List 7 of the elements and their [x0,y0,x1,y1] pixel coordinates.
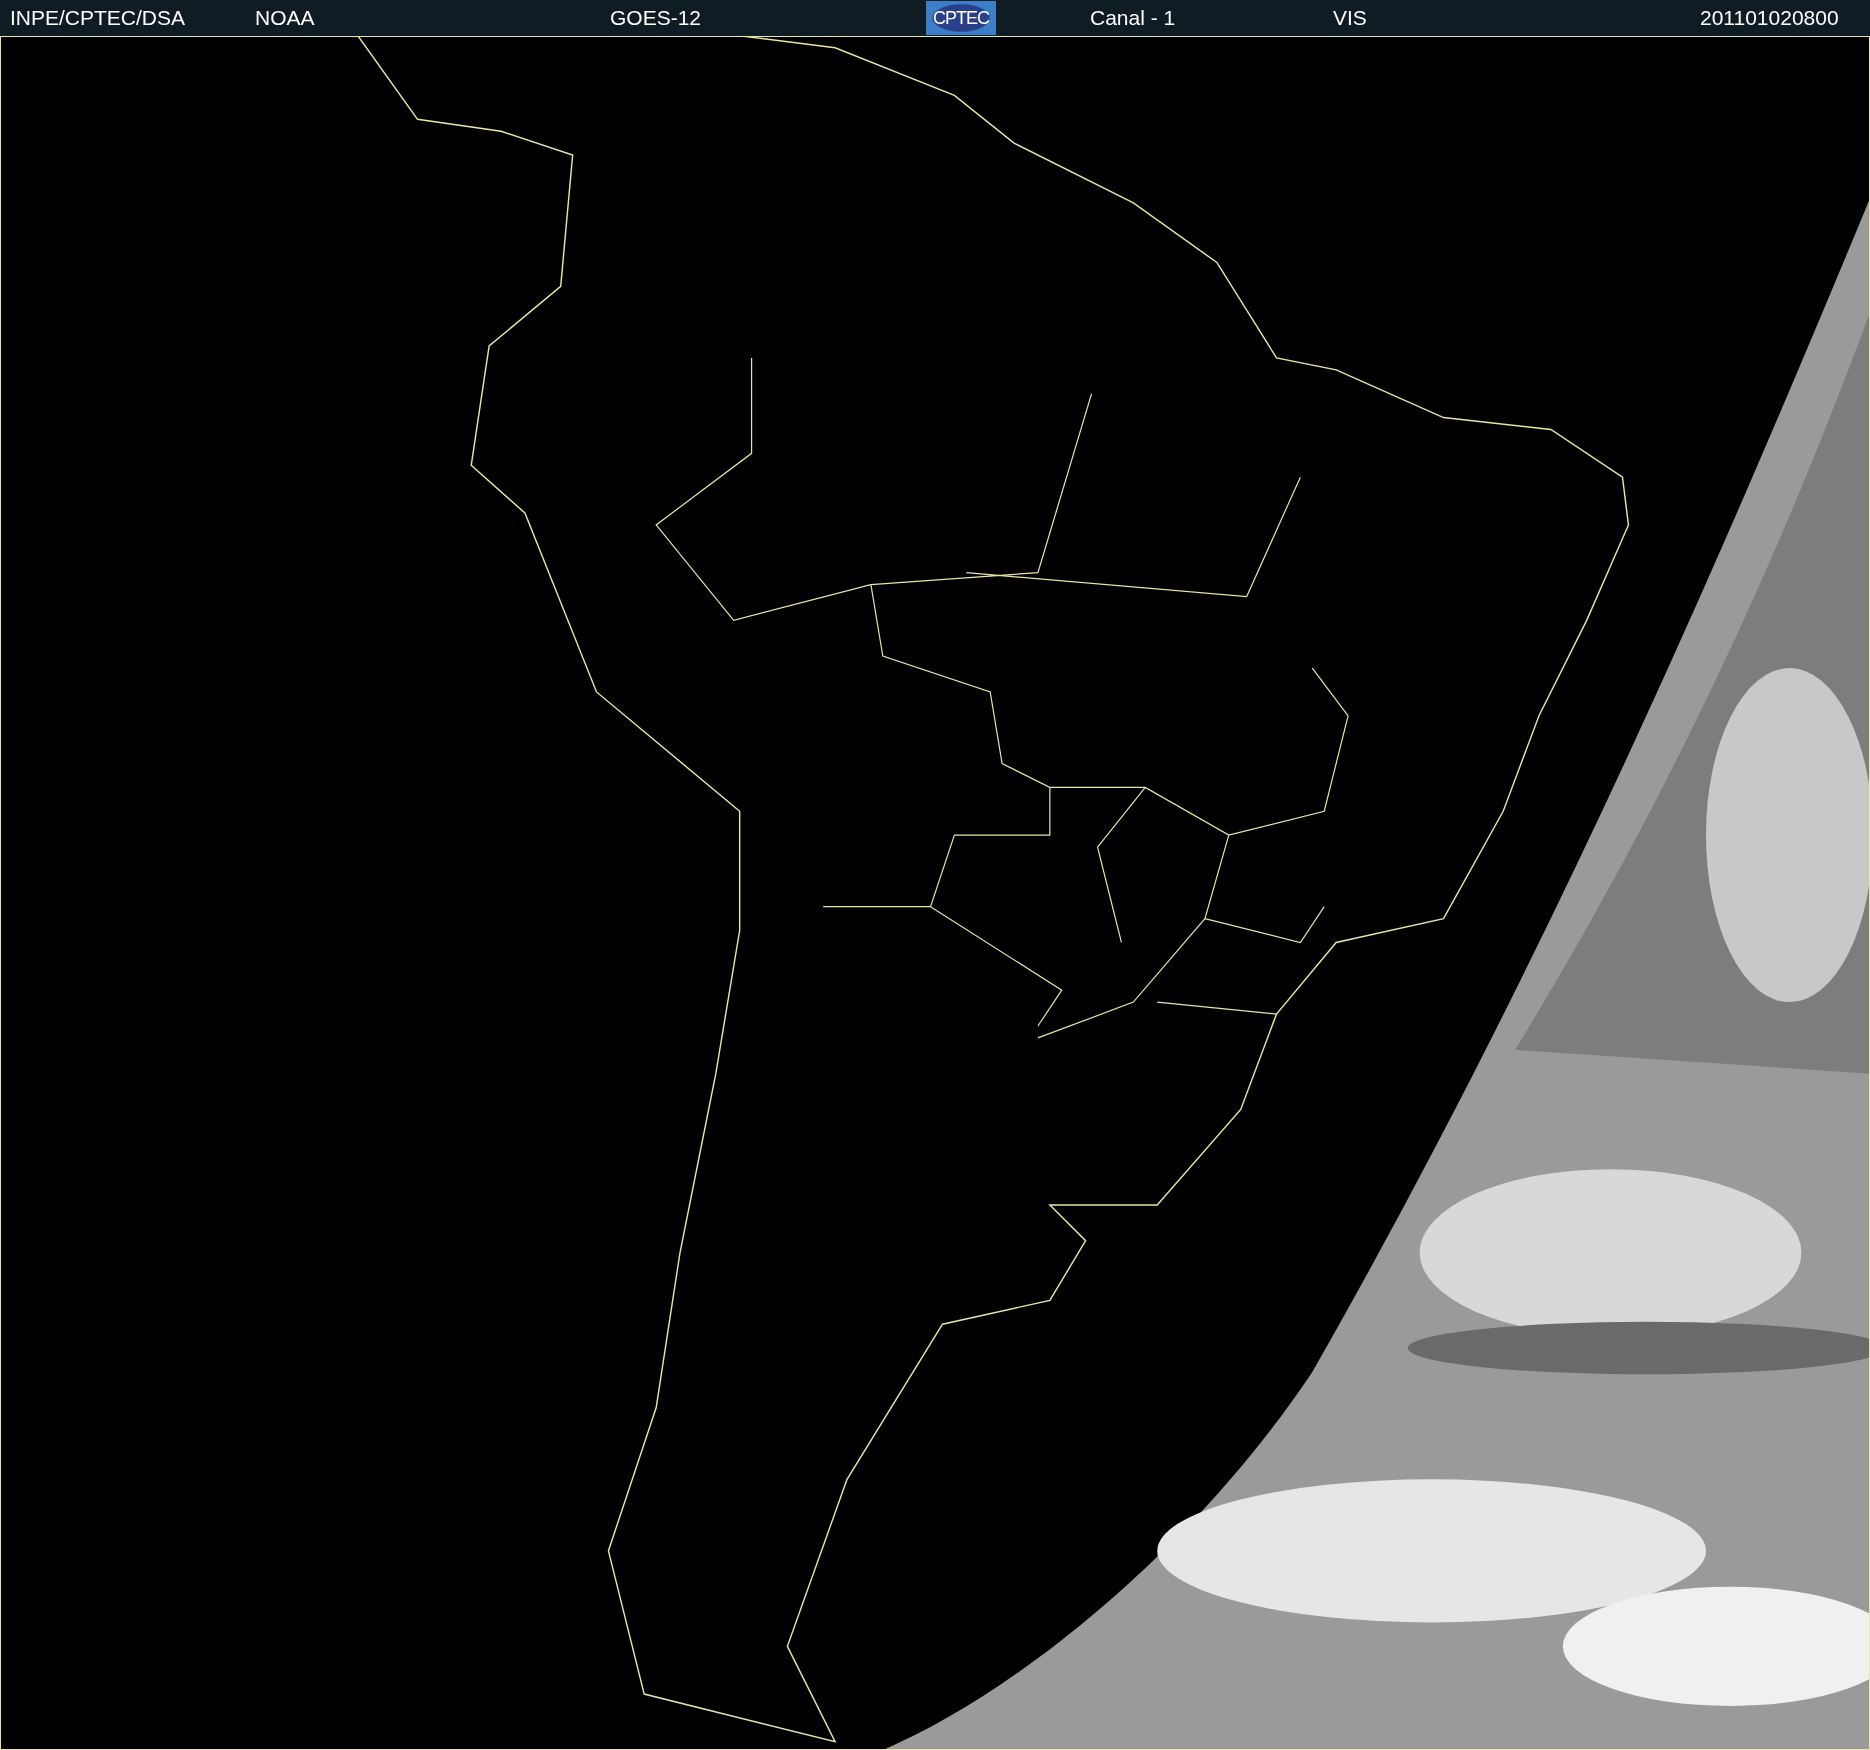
header-text: NOAA [255,6,315,30]
header-text: 201101020800 [1700,6,1839,30]
header-text: GOES-12 [610,6,702,30]
logo: CPTEC [926,1,996,35]
header-text: VIS [1333,6,1367,30]
header-text: INPE/CPTEC/DSA [10,6,186,30]
header-text: Canal - 1 [1090,6,1176,30]
